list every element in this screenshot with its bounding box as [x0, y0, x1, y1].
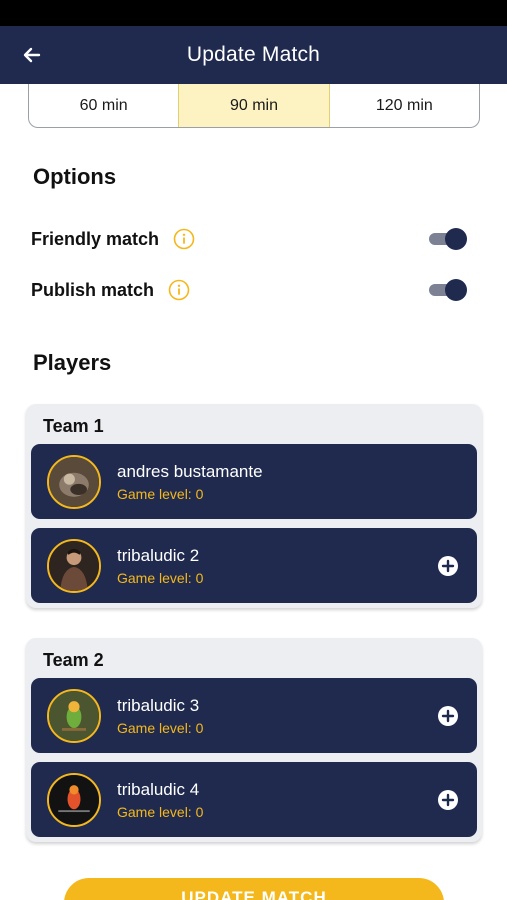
- avatar: [47, 455, 101, 509]
- option-publish-match: Publish match: [31, 275, 471, 305]
- page-title: Update Match: [186, 43, 321, 66]
- player-card[interactable]: tribaludic 2 Game level: 0: [31, 528, 477, 603]
- duration-option-120[interactable]: 120 min: [330, 84, 479, 127]
- plus-circle-icon[interactable]: [437, 705, 459, 727]
- duration-option-90[interactable]: 90 min: [178, 84, 330, 127]
- player-card[interactable]: tribaludic 3 Game level: 0: [31, 678, 477, 753]
- plus-circle-icon[interactable]: [437, 789, 459, 811]
- back-button[interactable]: [16, 39, 48, 71]
- player-card[interactable]: andres bustamante Game level: 0: [31, 444, 477, 519]
- friendly-match-label: Friendly match: [31, 228, 160, 249]
- update-match-label: UPDATE MATCH: [181, 888, 327, 900]
- player-card[interactable]: tribaludic 4 Game level: 0: [31, 762, 477, 837]
- avatar: [47, 689, 101, 743]
- team-card: Team 1 andres bustamante Game level: 0 t…: [26, 404, 482, 608]
- publish-match-toggle[interactable]: [429, 279, 467, 301]
- toggle-thumb: [445, 228, 467, 250]
- team-card: Team 2 tribaludic 3 Game level: 0 tribal…: [26, 638, 482, 842]
- player-name: tribaludic 2: [117, 546, 200, 565]
- options-title: Options: [33, 164, 117, 189]
- player-level: Game level: 0: [117, 720, 204, 736]
- duration-selector: 60 min 90 min 120 min: [28, 84, 480, 128]
- update-match-button[interactable]: UPDATE MATCH: [64, 878, 444, 900]
- team-name: Team 2: [43, 650, 104, 670]
- app-header: Update Match: [0, 26, 507, 84]
- option-friendly-match: Friendly match: [31, 224, 471, 254]
- player-level: Game level: 0: [117, 804, 204, 820]
- info-icon[interactable]: [173, 228, 195, 250]
- player-name: andres bustamante: [117, 462, 263, 481]
- player-name: tribaludic 3: [117, 696, 200, 715]
- status-bar: [0, 0, 507, 26]
- toggle-thumb: [445, 279, 467, 301]
- player-level: Game level: 0: [117, 570, 204, 586]
- player-level: Game level: 0: [117, 486, 204, 502]
- publish-match-label: Publish match: [31, 279, 155, 300]
- team-name: Team 1: [43, 416, 104, 436]
- players-title: Players: [33, 350, 112, 375]
- arrow-left-icon: [23, 47, 41, 63]
- avatar: [47, 773, 101, 827]
- info-icon[interactable]: [168, 279, 190, 301]
- avatar: [47, 539, 101, 593]
- friendly-match-toggle[interactable]: [429, 228, 467, 250]
- plus-circle-icon[interactable]: [437, 555, 459, 577]
- duration-option-60[interactable]: 60 min: [29, 84, 178, 127]
- player-name: tribaludic 4: [117, 780, 200, 799]
